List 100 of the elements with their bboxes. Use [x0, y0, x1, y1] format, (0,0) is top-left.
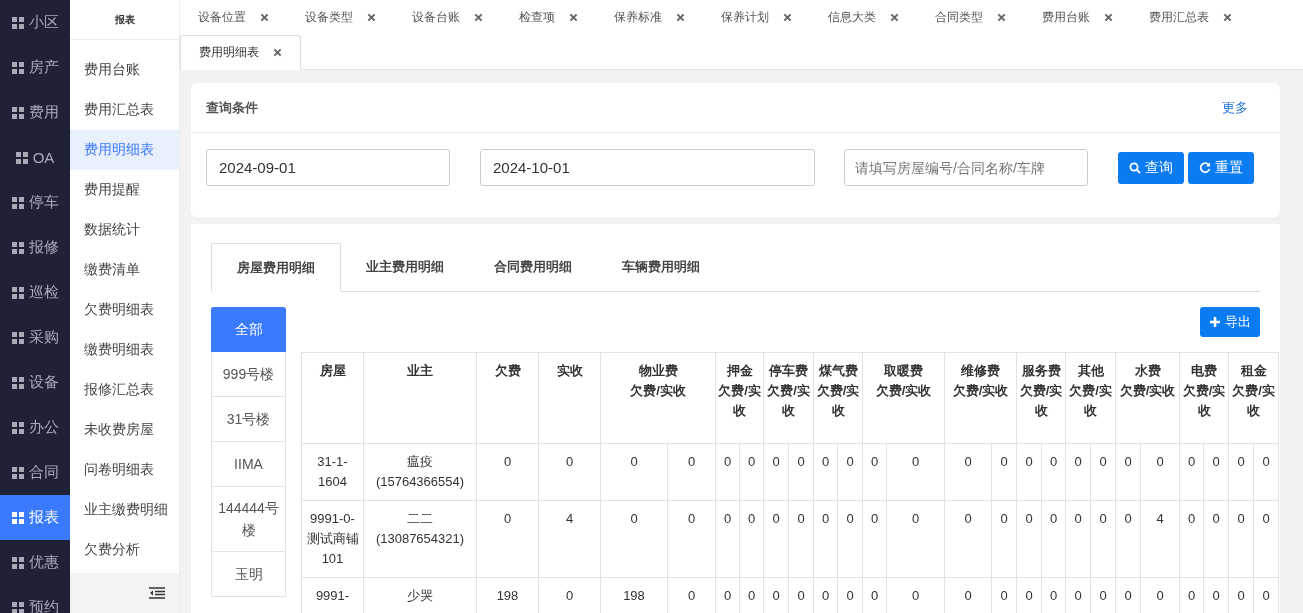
nav-item[interactable]: 办公: [0, 405, 70, 450]
page-tab[interactable]: 设备台账: [394, 0, 501, 35]
grid-icon: [15, 151, 28, 164]
detail-tab[interactable]: 车辆费用明细: [597, 243, 725, 291]
detail-tab[interactable]: 业主费用明细: [341, 243, 469, 291]
building-item[interactable]: 144444号楼: [211, 487, 286, 552]
sidebar-item[interactable]: 费用明细表: [70, 130, 179, 170]
sidebar-item[interactable]: 缴费明细表: [70, 330, 179, 370]
table-cell: 0: [667, 500, 716, 578]
building-item[interactable]: 999号楼: [211, 352, 286, 397]
building-item[interactable]: IIMA: [211, 442, 286, 487]
sidebar-item[interactable]: 报修汇总表: [70, 370, 179, 410]
table-cell: 0: [991, 500, 1017, 578]
table-cell: 0: [837, 443, 863, 501]
grid-icon: [11, 106, 24, 119]
nav-item[interactable]: OA: [0, 135, 70, 180]
sidebar-item[interactable]: 欠费分析: [70, 530, 179, 570]
nav-item[interactable]: 采购: [0, 315, 70, 360]
close-icon[interactable]: [367, 13, 376, 22]
table-cell: 0: [739, 443, 764, 501]
grid-icon: [11, 61, 24, 74]
sidebar-item[interactable]: 问卷明细表: [70, 450, 179, 490]
close-icon[interactable]: [1104, 13, 1113, 22]
column-header: 取暖费 欠费/实收: [862, 352, 945, 444]
grid-icon: [11, 421, 24, 434]
grid-icon: [11, 601, 24, 613]
table-cell: 0: [538, 443, 601, 501]
building-item[interactable]: 玉明: [211, 552, 286, 597]
table-cell: 0: [1065, 500, 1091, 578]
close-icon[interactable]: [474, 13, 483, 22]
start-date-field[interactable]: 2024-09-01: [206, 149, 450, 186]
collapse-icon[interactable]: [149, 587, 165, 599]
close-icon[interactable]: [890, 13, 899, 22]
table-cell: 0: [1016, 443, 1042, 501]
grid-icon: [11, 511, 24, 524]
page-tab[interactable]: 设备类型: [287, 0, 394, 35]
table-cell: 0: [1140, 443, 1180, 501]
page-tab[interactable]: 费用明细表: [180, 35, 301, 70]
sidebar-item[interactable]: 缴费清单: [70, 250, 179, 290]
table-cell: 0: [862, 500, 887, 578]
page-tab[interactable]: 设备位置: [180, 0, 287, 35]
nav-item[interactable]: 设备: [0, 360, 70, 405]
sidebar-item[interactable]: 欠费明细表: [70, 290, 179, 330]
plus-icon: [1209, 316, 1221, 328]
sidebar-item[interactable]: 未收费房屋: [70, 410, 179, 450]
page-tab[interactable]: 保养计划: [703, 0, 810, 35]
nav-item[interactable]: 停车: [0, 180, 70, 225]
page-tab[interactable]: 合同类型: [917, 0, 1024, 35]
nav-item[interactable]: 合同: [0, 450, 70, 495]
sidebar-item[interactable]: 费用汇总表: [70, 90, 179, 130]
grid-icon: [11, 286, 24, 299]
table-cell: 0: [1179, 443, 1204, 501]
search-button[interactable]: 查询: [1118, 151, 1184, 184]
column-header: 租金 欠费/实收: [1228, 352, 1279, 444]
table-cell: 0: [1228, 500, 1254, 578]
close-icon[interactable]: [569, 13, 578, 22]
table-cell: 0: [476, 500, 539, 578]
nav-item[interactable]: 小区: [0, 0, 70, 45]
detail-tab[interactable]: 房屋费用明细: [211, 243, 341, 292]
close-icon[interactable]: [783, 13, 792, 22]
refresh-icon: [1199, 161, 1211, 174]
nav-item[interactable]: 巡检: [0, 270, 70, 315]
page-tab[interactable]: 保养标准: [596, 0, 703, 35]
sidebar-item[interactable]: 费用提醒: [70, 170, 179, 210]
table-cell: 0: [1041, 443, 1066, 501]
nav-item[interactable]: 报修: [0, 225, 70, 270]
close-icon[interactable]: [676, 13, 685, 22]
table-cell: 0: [1115, 500, 1141, 578]
page-tab[interactable]: 费用台账: [1024, 0, 1131, 35]
detail-tab[interactable]: 合同费用明细: [469, 243, 597, 291]
export-button[interactable]: 导出: [1200, 307, 1260, 337]
table-cell: 0: [715, 443, 740, 501]
building-item[interactable]: 31号楼: [211, 397, 286, 442]
table-cell: 0: [788, 500, 814, 578]
more-link[interactable]: 更多: [1222, 98, 1248, 117]
column-header: 停车费 欠费/实收: [763, 352, 814, 444]
table-cell: 0: [886, 443, 945, 501]
nav-item[interactable]: 报表: [0, 495, 70, 540]
building-item[interactable]: 全部: [211, 307, 286, 352]
sidebar-item[interactable]: 业主缴费明细: [70, 490, 179, 530]
close-icon[interactable]: [997, 13, 1006, 22]
nav-item[interactable]: 房产: [0, 45, 70, 90]
close-icon[interactable]: [1223, 13, 1232, 22]
close-icon[interactable]: [260, 13, 269, 22]
nav-item[interactable]: 费用: [0, 90, 70, 135]
close-icon[interactable]: [273, 48, 282, 57]
table-cell: 0: [1016, 500, 1042, 578]
table-cell: 0: [991, 443, 1017, 501]
page-tab[interactable]: 信息大类: [810, 0, 917, 35]
sidebar-item[interactable]: 数据统计: [70, 210, 179, 250]
nav-item[interactable]: 优惠: [0, 540, 70, 585]
page-tab[interactable]: 费用汇总表: [1131, 0, 1250, 35]
table-cell: 瘟疫 (15764366554): [363, 443, 477, 501]
sidebar-item[interactable]: 费用台账: [70, 50, 179, 90]
reset-button[interactable]: 重置: [1188, 151, 1254, 184]
column-header: 服务费 欠费/实收: [1016, 352, 1066, 444]
search-field[interactable]: 请填写房屋编号/合同名称/车牌: [844, 149, 1088, 186]
end-date-field[interactable]: 2024-10-01: [480, 149, 815, 186]
page-tab[interactable]: 检查项: [501, 0, 596, 35]
query-title: 查询条件: [206, 98, 258, 117]
